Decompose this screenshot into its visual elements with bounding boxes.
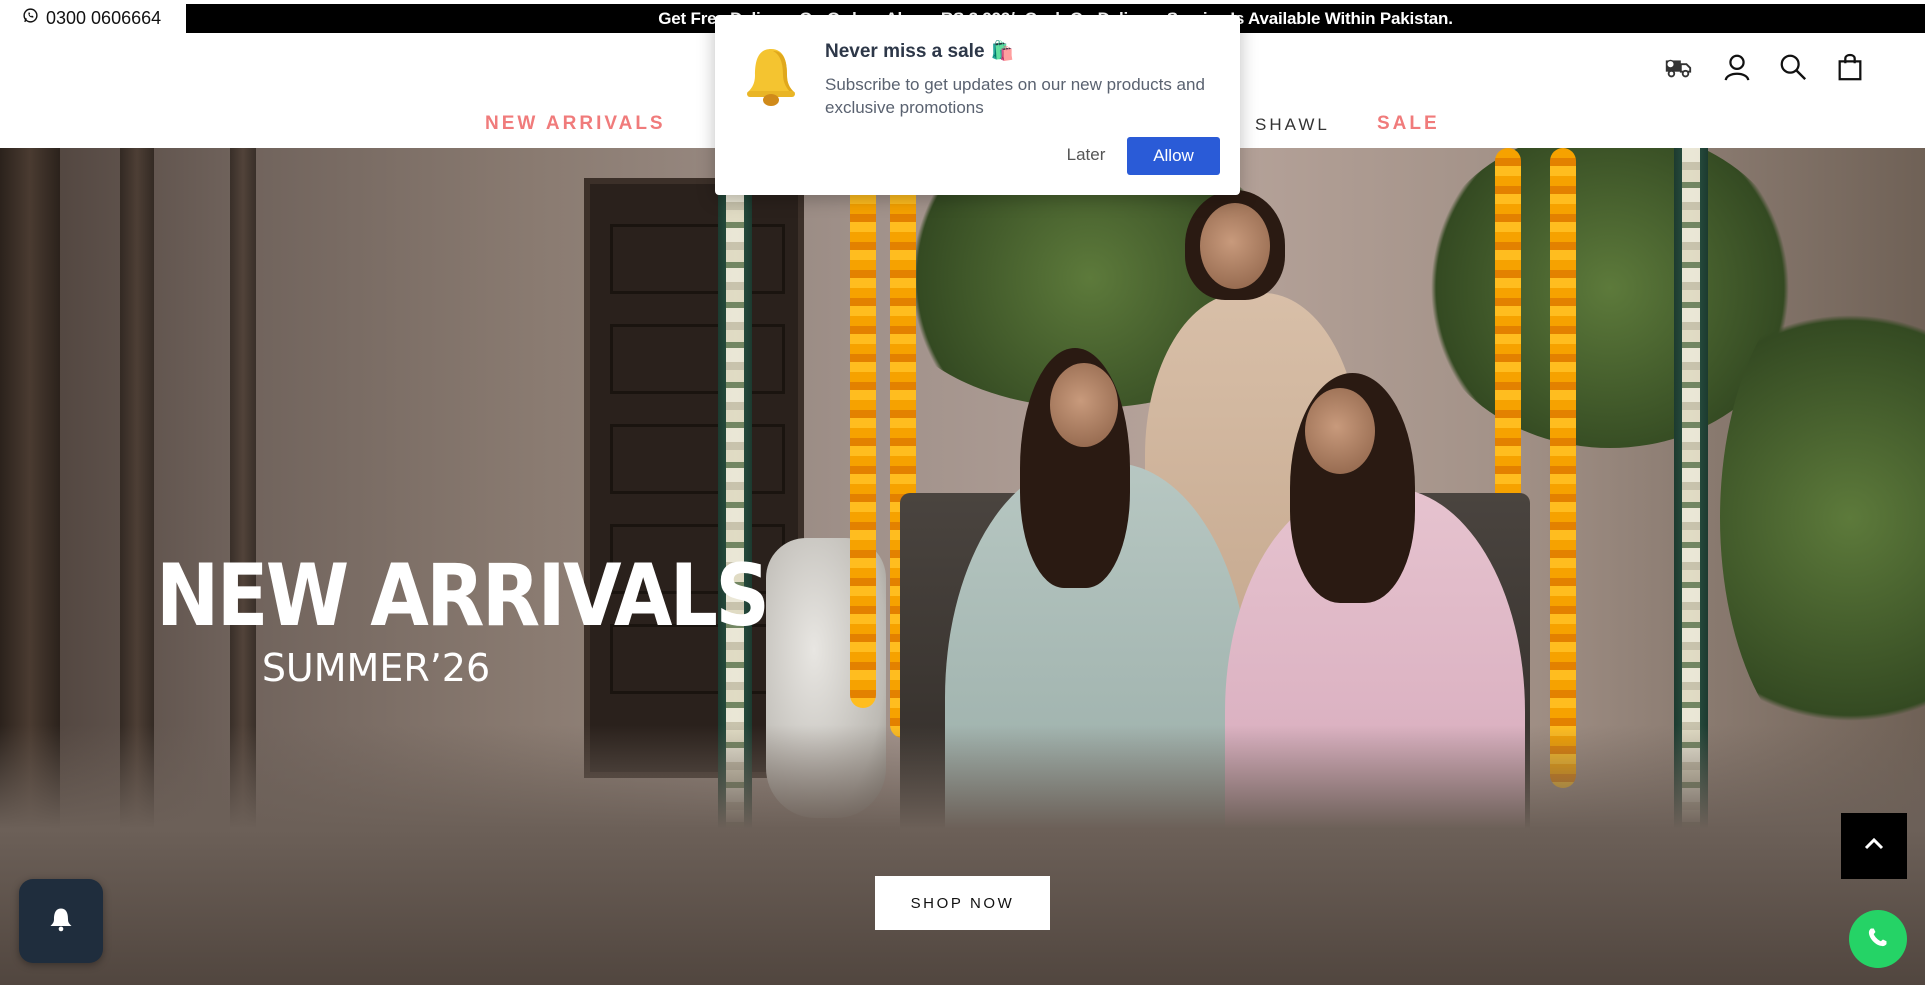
marigold-garland (1550, 148, 1576, 788)
scroll-to-top-button[interactable] (1841, 813, 1907, 879)
shop-now-button[interactable]: SHOP NOW (875, 876, 1050, 930)
nav-new-arrivals[interactable]: NEW ARRIVALS (485, 113, 666, 135)
delivery-truck-icon[interactable] (1661, 50, 1695, 84)
hero-floor (0, 725, 1925, 985)
phone-link[interactable]: 0300 0606664 (22, 4, 161, 32)
page: 0300 0606664 Get Free Delivery On Orders… (0, 0, 1925, 985)
shopping-bags-icon: 🛍️ (990, 41, 1015, 62)
search-icon[interactable] (1776, 50, 1810, 84)
popup-title: Never miss a sale 🛍️ (825, 41, 1015, 62)
marigold-garland (850, 148, 876, 708)
bell-icon (743, 45, 799, 107)
hero-banner[interactable]: NEW ARRIVALS SUMMER’26 SHOP NOW (0, 148, 1925, 985)
allow-button[interactable]: Allow (1127, 137, 1220, 175)
notification-bell-button[interactable] (19, 879, 103, 963)
popup-body: Subscribe to get updates on our new prod… (825, 75, 1205, 117)
account-icon[interactable] (1720, 50, 1754, 84)
model-face (1200, 203, 1270, 289)
chevron-up-icon (1862, 832, 1886, 861)
whatsapp-chat-button[interactable] (1849, 910, 1907, 968)
bell-icon (47, 905, 75, 938)
whatsapp-icon (22, 7, 39, 29)
model-face (1050, 363, 1118, 447)
subscribe-popup: Never miss a sale 🛍️ Subscribe to get upd… (715, 15, 1240, 195)
model-face (1305, 388, 1375, 474)
nav-shawl[interactable]: SHAWL (1255, 115, 1330, 135)
phone-number: 0300 0606664 (46, 7, 162, 28)
later-button[interactable]: Later (1055, 137, 1117, 173)
cart-icon[interactable] (1833, 50, 1867, 84)
hero-subtitle: SUMMER’26 (261, 646, 491, 690)
whatsapp-icon (1861, 920, 1895, 959)
hero-heading: NEW ARRIVALS SUMMER’26 (126, 546, 770, 690)
nav-sale[interactable]: SALE (1377, 113, 1440, 135)
hero-title: NEW ARRIVALS (156, 546, 770, 646)
